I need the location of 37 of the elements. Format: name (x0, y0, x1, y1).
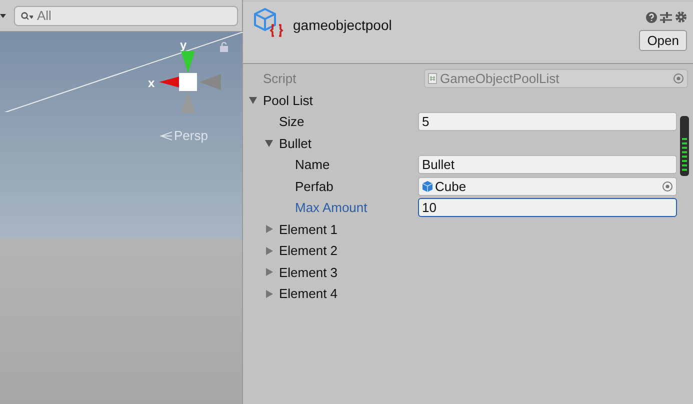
object-field[interactable]: Cube (418, 176, 677, 196)
help-icon[interactable] (646, 12, 656, 23)
input-field[interactable]: Bullet (418, 155, 677, 174)
script-file-icon (428, 73, 437, 84)
axis-label: x (148, 75, 155, 92)
field-label: Size (279, 113, 304, 131)
foldout-caret-icon[interactable] (265, 139, 273, 148)
dropdown-icon[interactable] (0, 14, 6, 18)
asset-title: gameobjectpool (293, 16, 393, 35)
input-field[interactable]: 5 (418, 112, 677, 132)
object-picker-icon[interactable] (662, 180, 673, 192)
script-field: GameObjectPoolList (424, 69, 688, 88)
foldout-caret-icon[interactable] (265, 290, 273, 298)
field-label: Name (295, 156, 330, 174)
search-field[interactable]: All (14, 6, 238, 26)
field-label: Max Amount (295, 199, 368, 217)
axis-label: y (180, 37, 187, 54)
input-field[interactable]: 10 (418, 198, 677, 218)
field-label: Script (263, 70, 296, 88)
foldout-caret-icon[interactable] (249, 96, 257, 104)
foldout-label[interactable]: Element 3 (279, 262, 338, 282)
preset-icon[interactable] (660, 12, 672, 23)
foldout-caret-icon[interactable] (265, 268, 273, 276)
script-asset-icon (253, 8, 285, 38)
foldout-caret-icon[interactable] (265, 246, 273, 255)
perspective-icon (160, 130, 172, 141)
settings-icon[interactable] (675, 11, 687, 24)
foldout-label[interactable]: Bullet (279, 134, 312, 153)
foldout-label[interactable]: Element 2 (279, 241, 338, 260)
foldout-label[interactable]: Element 4 (279, 284, 338, 304)
foldout-caret-icon[interactable] (265, 225, 273, 234)
foldout-label[interactable]: Element 1 (279, 220, 338, 239)
open-button[interactable]: Open (639, 30, 687, 51)
field-label: Perfab (295, 178, 334, 196)
foldout-label[interactable]: Pool List (263, 90, 313, 110)
scrollbar-thumb-drawing[interactable] (680, 116, 689, 176)
cube-icon (422, 180, 433, 192)
